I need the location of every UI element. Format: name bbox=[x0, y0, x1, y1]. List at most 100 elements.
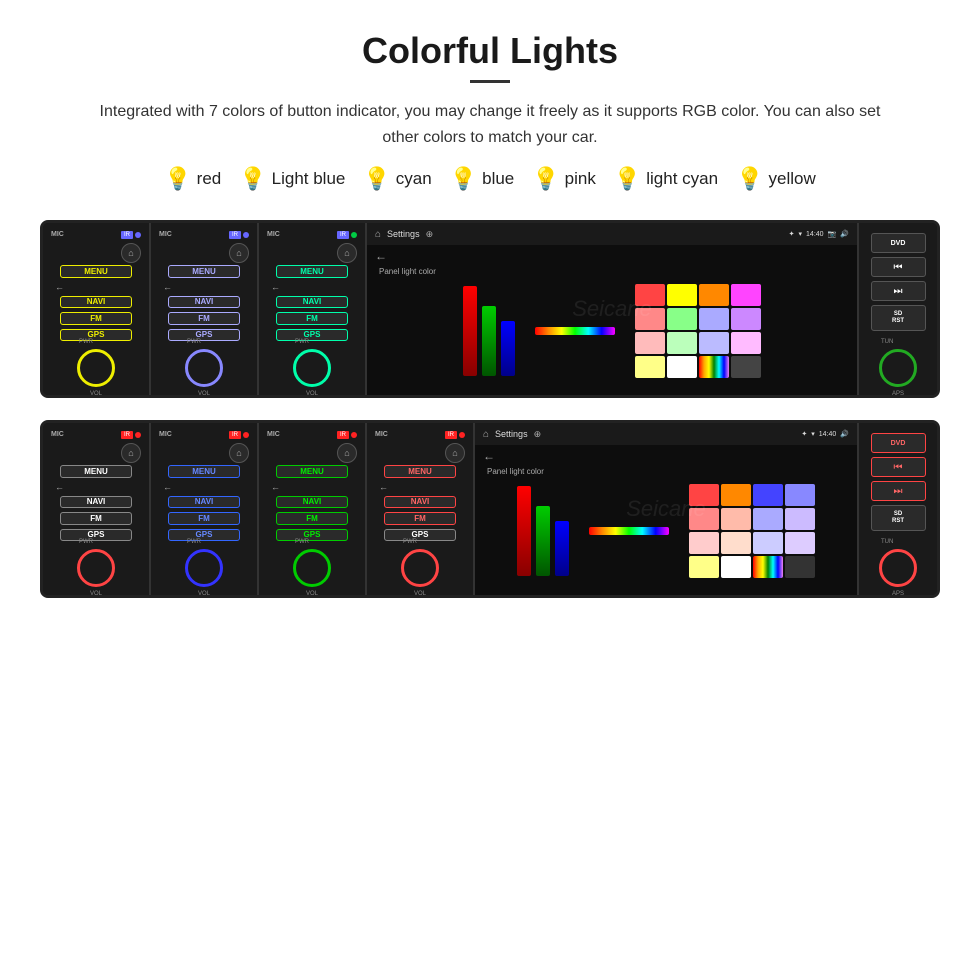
bar-green-bottom bbox=[536, 506, 550, 576]
fm-btn-b2: FM bbox=[168, 512, 240, 525]
grid-cell-9 bbox=[635, 332, 665, 354]
bar-red-bottom bbox=[517, 486, 531, 576]
pwr-label-b3: PWR bbox=[295, 539, 309, 545]
ir-section-b3: IR bbox=[337, 431, 357, 439]
ir-bar-3: IR bbox=[337, 231, 349, 239]
color-item-blue: 💡 blue bbox=[450, 166, 515, 192]
navi-btn-1: NAVI bbox=[60, 296, 132, 309]
back-btn-b4: ← bbox=[379, 482, 388, 492]
dvd-btn-b: DVD bbox=[871, 433, 926, 453]
vol-label-1: VOL bbox=[90, 391, 102, 397]
screen-header-top: ⌂ Settings ⊕ ✦ ▾ 14:40 📷 🔊 bbox=[367, 223, 857, 245]
panel-top-b4: MIC IR bbox=[371, 431, 469, 439]
knob-container-1: PWR VOL bbox=[77, 349, 115, 387]
right-knob-container-bottom: TUN APS bbox=[879, 549, 917, 587]
color-grid-top bbox=[635, 284, 761, 378]
menu-btn-1: MENU bbox=[60, 265, 132, 278]
vol-icon-b: 🔊 bbox=[840, 430, 849, 438]
menu-btn-2: MENU bbox=[168, 265, 240, 278]
bt-icon: ✦ bbox=[789, 230, 795, 238]
knob-2 bbox=[185, 349, 223, 387]
menu-btn-b4: MENU bbox=[384, 465, 456, 478]
back-btn-b3: ← bbox=[271, 482, 280, 492]
knob-container-b1: PWR VOL bbox=[77, 549, 115, 587]
panel-b4: MIC IR ⌂ MENU ← NAVI FM GPS PWR VOL bbox=[367, 423, 475, 595]
bulb-cyan: 💡 bbox=[363, 166, 390, 192]
navi-btn-b2: NAVI bbox=[168, 496, 240, 509]
home-btn-2: ⌂ bbox=[229, 243, 249, 263]
bulb-lightblue: 💡 bbox=[239, 166, 266, 192]
ir-bar-b4: IR bbox=[445, 431, 457, 439]
panel-1: MIC IR ⌂ MENU ← NAVI FM GPS PWR VOL bbox=[43, 223, 151, 395]
grid-b-cell-12 bbox=[785, 532, 815, 554]
rainbow-top bbox=[535, 327, 615, 335]
knob-3 bbox=[293, 349, 331, 387]
pwr-label-2: PWR bbox=[187, 339, 201, 345]
title-section: Colorful Lights Integrated with 7 colors… bbox=[40, 30, 940, 150]
bar-blue-top bbox=[501, 321, 515, 376]
screen-title-top: Settings bbox=[387, 229, 420, 239]
unit-top-section: MIC IR ⌂ MENU ← NAVI FM GPS PWR VOL bbox=[40, 220, 940, 598]
aps-label-bottom: APS bbox=[892, 591, 904, 597]
bar-red-top bbox=[463, 286, 477, 376]
right-panel-top: DVD ⏮ ⏭ SDRST TUN APS bbox=[857, 223, 937, 395]
mic-label-b2: MIC bbox=[159, 431, 172, 439]
bar-blue-bottom bbox=[555, 521, 569, 576]
panel-top-2: MIC IR bbox=[155, 231, 253, 239]
ir-dot-3 bbox=[351, 232, 357, 238]
screen-title-bottom: Settings bbox=[495, 429, 528, 439]
ir-dot-2 bbox=[243, 232, 249, 238]
fm-btn-2: FM bbox=[168, 312, 240, 325]
back-arrow-top: ← bbox=[367, 245, 857, 267]
home-btn-b4: ⌂ bbox=[445, 443, 465, 463]
pwr-label-1: PWR bbox=[79, 339, 93, 345]
knob-container-b4: PWR VOL bbox=[401, 549, 439, 587]
color-bars-top bbox=[463, 286, 515, 376]
knob-container-2: PWR VOL bbox=[185, 349, 223, 387]
panel-light-label-top: Panel light color bbox=[379, 267, 436, 276]
screen-left-top: ⌂ Settings ⊕ bbox=[375, 229, 433, 240]
ir-section-1: IR bbox=[121, 231, 141, 239]
mic-label-3: MIC bbox=[267, 231, 280, 239]
dvd-btn: DVD bbox=[871, 233, 926, 253]
vol-label-b3: VOL bbox=[306, 591, 318, 597]
gps-btn-b2: GPS bbox=[168, 529, 240, 542]
description-text: Integrated with 7 colors of button indic… bbox=[80, 99, 900, 150]
color-item-lightblue: 💡 Light blue bbox=[239, 166, 345, 192]
ir-bar-1: IR bbox=[121, 231, 133, 239]
ir-bar-b3: IR bbox=[337, 431, 349, 439]
pwr-label-b4: PWR bbox=[403, 539, 417, 545]
vol-label-3: VOL bbox=[306, 391, 318, 397]
grid-b-cell-4 bbox=[785, 484, 815, 506]
ir-dot-1 bbox=[135, 232, 141, 238]
color-item-cyan: 💡 cyan bbox=[363, 166, 431, 192]
rainbow-section-bottom bbox=[589, 527, 669, 535]
color-label-lightblue: Light blue bbox=[272, 169, 346, 189]
grid-cell-16 bbox=[731, 356, 761, 378]
next-btn: ⏭ bbox=[871, 281, 926, 301]
menu-btn-b1: MENU bbox=[60, 465, 132, 478]
gps-btn-b3: GPS bbox=[276, 529, 348, 542]
ir-section-b4: IR bbox=[445, 431, 465, 439]
knob-b4 bbox=[401, 549, 439, 587]
grid-b-cell-16 bbox=[785, 556, 815, 578]
right-knob-container-top: TUN APS bbox=[879, 349, 917, 387]
home-btn-b2: ⌂ bbox=[229, 443, 249, 463]
main-screen-top: ⌂ Settings ⊕ ✦ ▾ 14:40 📷 🔊 ← bbox=[367, 223, 857, 395]
grid-cell-12 bbox=[731, 332, 761, 354]
home-icon-bottom: ⌂ bbox=[483, 429, 489, 440]
gps-btn-b1: GPS bbox=[60, 529, 132, 542]
grid-b-cell-11 bbox=[753, 532, 783, 554]
mic-label-2: MIC bbox=[159, 231, 172, 239]
fm-btn-3: FM bbox=[276, 312, 348, 325]
panel-2: MIC IR ⌂ MENU ← NAVI FM GPS PWR VOL bbox=[151, 223, 259, 395]
wifi-icon-b: ▾ bbox=[811, 430, 815, 438]
home-btn-1: ⌂ bbox=[121, 243, 141, 263]
color-label-lightcyan: light cyan bbox=[646, 169, 718, 189]
color-item-lightcyan: 💡 light cyan bbox=[614, 166, 718, 192]
vol-label-b2: VOL bbox=[198, 591, 210, 597]
time-top: 14:40 bbox=[806, 231, 824, 238]
ir-bar-2: IR bbox=[229, 231, 241, 239]
navi-btn-b3: NAVI bbox=[276, 496, 348, 509]
ir-section-b2: IR bbox=[229, 431, 249, 439]
